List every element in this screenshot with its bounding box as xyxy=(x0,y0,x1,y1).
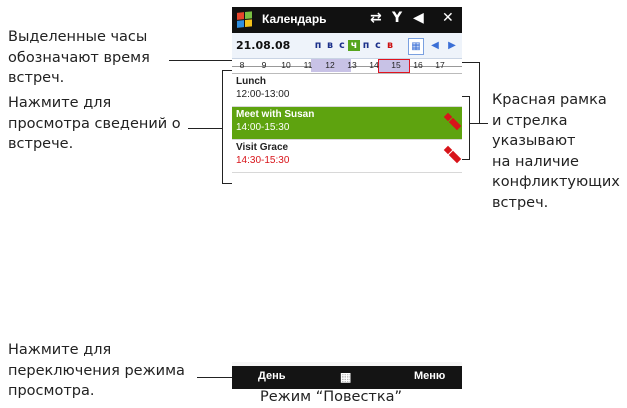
hour-label: 13 xyxy=(347,60,357,70)
appointment-subject: Lunch xyxy=(236,76,266,87)
callout-bracket xyxy=(222,70,232,71)
callout-leader-line xyxy=(169,60,232,61)
next-week-button[interactable]: ▶ xyxy=(445,38,459,53)
callout-line: и стрелка xyxy=(492,112,568,129)
windows-start-icon[interactable] xyxy=(237,11,254,29)
callout-line: встреч. xyxy=(8,70,65,86)
today-calendar-icon[interactable]: ▦ xyxy=(408,38,424,55)
hour-label: 14 xyxy=(369,60,379,70)
appointment-time: 14:00-15:30 xyxy=(236,122,290,133)
sync-icon[interactable]: ⇄ xyxy=(370,10,382,26)
appointment-item-selected[interactable]: Meet with Susan 14:00-15:30 xyxy=(232,107,462,140)
signal-icon[interactable]: Y xyxy=(392,10,402,26)
day-view-softkey[interactable]: День xyxy=(258,370,286,382)
appointment-item[interactable]: Visit Grace 14:30-15:30 xyxy=(232,140,462,173)
highlighted-hours-callout: Выделенные часы обозначают время встреч. xyxy=(8,27,150,89)
agenda-view-caption: Режим “Повестка” xyxy=(260,389,403,405)
hour-strip: 8 9 10 11 12 13 14 15 16 17 xyxy=(232,59,462,74)
appointment-subject: Meet with Susan xyxy=(236,109,315,120)
appointment-subject: Visit Grace xyxy=(236,142,289,153)
conflict-leader-line xyxy=(470,123,488,124)
callout-line: обозначают время xyxy=(8,49,150,66)
hour-label: 12 xyxy=(325,60,335,70)
switch-view-callout: Нажмите для переключения режима просмотр… xyxy=(8,340,185,402)
conflict-bracket xyxy=(469,96,470,160)
day-button-today[interactable]: ч xyxy=(348,40,360,51)
conflict-bracket xyxy=(462,159,470,160)
week-day-selector: пвсчпсв xyxy=(312,40,396,51)
callout-line: Выделенные часы xyxy=(8,29,148,45)
callout-bracket xyxy=(222,183,232,184)
day-button[interactable]: с xyxy=(372,40,384,51)
keyboard-icon[interactable]: ▦ xyxy=(340,370,351,384)
day-button[interactable]: с xyxy=(336,40,348,51)
conflict-callout: Красная рамка и стрелка указывают на нал… xyxy=(492,90,620,213)
app-title: Календарь xyxy=(262,12,327,26)
callout-line: просмотра сведений о xyxy=(8,115,181,132)
callout-line: конфликтующих xyxy=(492,174,620,190)
day-button[interactable]: п xyxy=(312,40,324,51)
current-date[interactable]: 21.08.08 xyxy=(236,39,290,52)
callout-line: встрече. xyxy=(8,136,74,152)
softkey-bar: День ▦ Меню xyxy=(232,366,462,389)
day-button[interactable]: п xyxy=(360,40,372,51)
conflict-bracket xyxy=(462,96,470,97)
hour-label: 9 xyxy=(261,60,267,70)
callout-line: Нажмите для xyxy=(8,342,112,358)
callout-line: просмотра. xyxy=(8,383,95,399)
conflict-leader-line xyxy=(479,62,480,124)
day-button[interactable]: в xyxy=(324,40,336,51)
hour-label: 10 xyxy=(281,60,291,70)
tap-details-callout: Нажмите для просмотра сведений о встрече… xyxy=(8,93,181,155)
appointment-time: 14:30-15:30 xyxy=(236,155,290,166)
agenda-list: Lunch 12:00-13:00 Meet with Susan 14:00-… xyxy=(232,74,462,362)
callout-leader-line xyxy=(188,128,222,129)
phone-screen: Календарь ⇄ Y ◀ ✕ 21.08.08 пвсчпсв ▦ ◀ ▶… xyxy=(232,7,462,389)
conflict-arrow-icon xyxy=(443,145,462,164)
hour-label: 17 xyxy=(435,60,445,70)
callout-line: Нажмите для xyxy=(8,95,112,111)
hour-label: 16 xyxy=(413,60,423,70)
callout-line: на наличие xyxy=(492,153,579,170)
callout-line: указывают xyxy=(492,133,576,149)
callout-bracket xyxy=(222,70,223,184)
hour-label: 15 xyxy=(391,60,401,70)
conflict-arrow-icon xyxy=(443,112,462,131)
day-button[interactable]: в xyxy=(384,40,396,51)
volume-icon[interactable]: ◀ xyxy=(413,10,424,26)
hour-label: 11 xyxy=(303,60,313,70)
prev-week-button[interactable]: ◀ xyxy=(428,38,442,53)
close-icon[interactable]: ✕ xyxy=(442,10,454,26)
callout-line: переключения режима xyxy=(8,362,185,379)
hour-label: 8 xyxy=(239,60,245,70)
appointment-time: 12:00-13:00 xyxy=(236,89,290,100)
callout-line: встреч. xyxy=(492,194,549,211)
callout-line: Красная рамка xyxy=(492,92,607,108)
date-bar: 21.08.08 пвсчпсв ▦ ◀ ▶ xyxy=(232,33,462,59)
menu-softkey[interactable]: Меню xyxy=(414,370,445,382)
appointment-item[interactable]: Lunch 12:00-13:00 xyxy=(232,74,462,107)
title-bar: Календарь ⇄ Y ◀ ✕ xyxy=(232,7,462,33)
